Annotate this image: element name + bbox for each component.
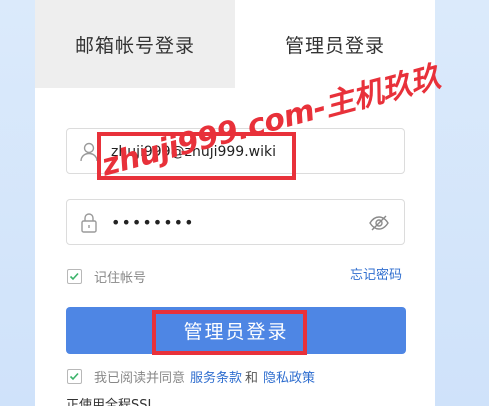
ssl-notice: 正使用全程SSL	[66, 398, 155, 406]
agreement: 我已阅读并同意 服务条款 和 隐私政策	[67, 366, 318, 386]
eye-off-icon[interactable]	[368, 213, 390, 233]
privacy-policy-link[interactable]: 隐私政策	[263, 367, 315, 386]
agreement-prefix: 我已阅读并同意	[94, 370, 186, 386]
admin-login-button[interactable]: 管理员登录	[66, 307, 406, 354]
agreement-and: 和	[245, 370, 259, 386]
username-value: zhuji999@zhuji999.wiki	[111, 144, 276, 160]
check-icon	[69, 372, 79, 380]
remember-label: 记住帐号	[94, 270, 147, 286]
remember-account[interactable]: 记住帐号	[67, 266, 146, 286]
forgot-password-link[interactable]: 忘记密码	[350, 266, 402, 286]
login-card: 邮箱帐号登录 管理员登录 zhuji999@zhuji999.wiki ••••…	[35, 0, 435, 406]
terms-of-service-link[interactable]: 服务条款	[190, 367, 242, 386]
tab-admin-login[interactable]: 管理员登录	[235, 0, 435, 88]
username-field[interactable]: zhuji999@zhuji999.wiki	[66, 128, 405, 174]
password-value: ••••••••	[111, 213, 195, 232]
lock-icon	[79, 212, 99, 234]
user-icon	[79, 141, 99, 163]
tab-email-login[interactable]: 邮箱帐号登录	[35, 0, 235, 88]
check-icon	[69, 272, 79, 280]
agreement-checkbox[interactable]	[67, 368, 82, 384]
login-tabs: 邮箱帐号登录 管理员登录	[35, 0, 435, 88]
remember-checkbox[interactable]	[67, 268, 82, 284]
password-field[interactable]: ••••••••	[66, 199, 405, 245]
